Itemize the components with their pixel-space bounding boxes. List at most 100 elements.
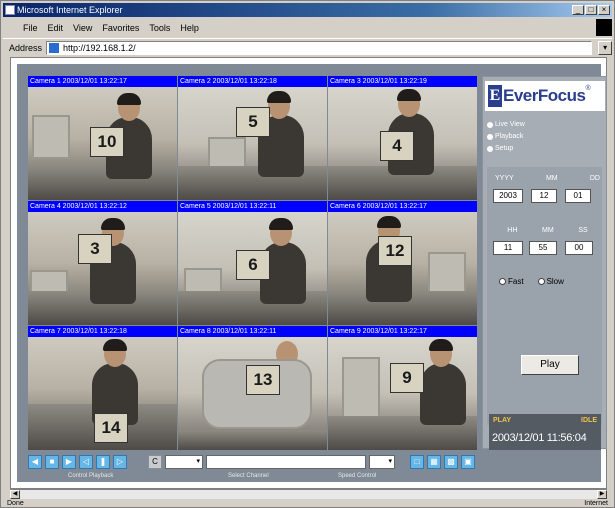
number-card: 4 — [380, 131, 414, 161]
minute-input[interactable]: 55 — [529, 241, 557, 255]
radio-icon — [487, 134, 493, 140]
step-forward-button[interactable]: ▷ — [113, 455, 127, 469]
address-input[interactable]: http://192.168.1.2/ — [46, 40, 593, 55]
browser-status-bar: Done Internet — [3, 499, 612, 508]
address-dropdown[interactable]: ▾ — [598, 40, 612, 55]
camera-tile[interactable]: Camera 3 2003/12/01 13:22:19 4 — [328, 76, 477, 200]
search-panel: YYYY MM DD 2003 12 01 HH MM SS 11 55 00 — [487, 167, 602, 425]
camera-label: Camera 1 2003/12/01 13:22:17 — [28, 76, 177, 87]
speed-radio-group: Fast Slow — [499, 277, 599, 286]
radio-icon — [537, 278, 545, 286]
second-input[interactable]: 00 — [565, 241, 593, 255]
menu-file[interactable]: File — [23, 19, 38, 37]
channel-c-button[interactable]: C — [148, 455, 162, 469]
windows-logo — [596, 19, 612, 36]
brand-logo: E EverFocus ® — [485, 81, 605, 111]
dvr-viewer: Camera 1 2003/12/01 13:22:17 10 Camera 2… — [17, 64, 607, 482]
stop-button[interactable]: ■ — [45, 455, 59, 469]
radio-fast[interactable]: Fast — [499, 277, 524, 286]
page-icon — [49, 42, 60, 53]
window-title: Microsoft Internet Explorer — [17, 5, 123, 15]
camera-tile[interactable]: Camera 4 2003/12/01 13:22:12 3 — [28, 201, 177, 325]
mode-option[interactable]: Live View — [487, 119, 525, 131]
zone-text: Internet — [584, 500, 608, 507]
playback-status: PLAY IDLE 2003/12/01 11:56:04 — [489, 414, 601, 450]
address-label: Address — [9, 42, 43, 53]
camera-feed: 5 — [178, 87, 327, 200]
hair-shape — [101, 218, 125, 230]
caption-playback: Control Playback — [68, 473, 114, 479]
number-card: 6 — [236, 250, 270, 280]
close-button[interactable]: × — [598, 5, 610, 15]
hour-input[interactable]: 11 — [493, 241, 523, 255]
minute-label: MM — [542, 227, 554, 234]
number-card: 9 — [390, 363, 424, 393]
browser-window: Microsoft Internet Explorer _ □ × File E… — [0, 0, 615, 508]
split-four-button[interactable]: ▦ — [427, 455, 441, 469]
year-input[interactable]: 2003 — [493, 189, 523, 203]
caption-channel: Select Channel — [228, 473, 269, 479]
camera-feed: 13 — [178, 337, 327, 450]
camera-feed: 14 — [28, 337, 177, 450]
pause-button[interactable]: ❚ — [96, 455, 110, 469]
channel-select[interactable]: ▾ — [165, 455, 203, 469]
horizontal-scrollbar[interactable]: ◀ ▶ — [10, 489, 607, 499]
rewind-button[interactable]: ◀ — [28, 455, 42, 469]
mode-option[interactable]: Playback — [487, 131, 525, 143]
radio-icon — [487, 146, 493, 152]
camera-feed: 4 — [328, 87, 477, 200]
camera-tile[interactable]: Camera 8 2003/12/01 13:22:11 13 — [178, 326, 327, 450]
hair-shape — [117, 93, 141, 105]
camera-tile[interactable]: Camera 6 2003/12/01 13:22:17 12 — [328, 201, 477, 325]
menu-edit[interactable]: Edit — [48, 19, 64, 37]
camera-label: Camera 2 2003/12/01 13:22:18 — [178, 76, 327, 87]
scroll-left-arrow[interactable]: ◀ — [10, 490, 20, 499]
split-nine-button[interactable]: ▩ — [444, 455, 458, 469]
month-label: MM — [545, 175, 558, 182]
desk-shape — [28, 166, 177, 200]
monitor-shape — [32, 115, 70, 159]
monitor-shape — [428, 252, 466, 296]
menu-view[interactable]: View — [73, 19, 92, 37]
day-input[interactable]: 01 — [565, 189, 591, 203]
camera-tile[interactable]: Camera 9 2003/12/01 13:22:17 9 — [328, 326, 477, 450]
title-bar: Microsoft Internet Explorer _ □ × — [3, 3, 612, 17]
camera-tile[interactable]: Camera 1 2003/12/01 13:22:17 10 — [28, 76, 177, 200]
control-sidebar: E EverFocus ® Live View Playback Setup Y… — [482, 76, 607, 450]
hair-shape — [269, 218, 293, 230]
radio-slow-label: Slow — [546, 277, 564, 286]
timeline-slider[interactable] — [206, 455, 366, 469]
window-controls: _ □ × — [572, 5, 610, 15]
scroll-right-arrow[interactable]: ▶ — [597, 490, 607, 499]
step-back-button[interactable]: ◁ — [79, 455, 93, 469]
menu-favorites[interactable]: Favorites — [102, 19, 139, 37]
mode-option-label: Setup — [495, 145, 514, 152]
speed-select[interactable]: ▾ — [369, 455, 395, 469]
split-one-button[interactable]: □ — [410, 455, 424, 469]
camera-tile[interactable]: Camera 2 2003/12/01 13:22:18 5 — [178, 76, 327, 200]
camera-tile[interactable]: Camera 5 2003/12/01 13:22:11 6 — [178, 201, 327, 325]
number-card: 13 — [246, 365, 280, 395]
menu-help[interactable]: Help — [180, 19, 199, 37]
fullscreen-button[interactable]: ▣ — [461, 455, 475, 469]
time-labels: HH MM SS — [495, 227, 600, 234]
maximize-button[interactable]: □ — [585, 5, 597, 15]
status-line: PLAY IDLE — [493, 417, 597, 424]
caption-speed: Speed Control — [338, 473, 377, 479]
camera-feed: 9 — [328, 337, 477, 450]
menu-tools[interactable]: Tools — [149, 19, 170, 37]
hour-label: HH — [507, 227, 518, 234]
status-clock: 2003/12/01 11:56:04 — [492, 432, 587, 444]
play-forward-button[interactable]: ▶ — [62, 455, 76, 469]
radio-slow[interactable]: Slow — [537, 277, 564, 286]
minimize-button[interactable]: _ — [572, 5, 584, 15]
date-labels: YYYY MM DD — [495, 175, 600, 182]
camera-tile[interactable]: Camera 7 2003/12/01 13:22:18 14 — [28, 326, 177, 450]
play-button[interactable]: Play — [521, 355, 579, 375]
menu-bar: File Edit View Favorites Tools Help — [3, 19, 612, 37]
ie-icon — [5, 5, 15, 15]
hair-shape — [429, 339, 453, 351]
hair-shape — [377, 216, 401, 228]
mode-option[interactable]: Setup — [487, 143, 525, 155]
month-input[interactable]: 12 — [531, 189, 557, 203]
